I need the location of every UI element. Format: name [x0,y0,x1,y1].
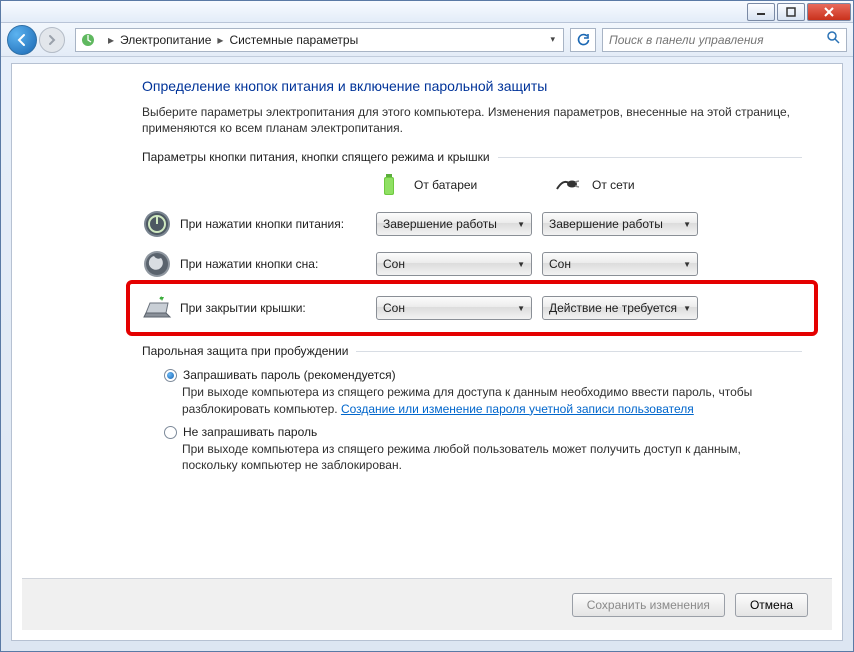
save-button[interactable]: Сохранить изменения [572,593,725,617]
no-password-label: Не запрашивать пароль [183,425,317,439]
power-button-battery-dropdown[interactable]: Завершение работы ▼ [376,212,532,236]
lid-close-battery-dropdown[interactable]: Сон ▼ [376,296,532,320]
titlebar [1,1,853,23]
window: ▸ Электропитание ▸ Системные параметры ▾… [0,0,854,652]
footer: Сохранить изменения Отмена [22,578,832,630]
sleep-icon [142,249,172,279]
breadcrumb-item[interactable]: Электропитание [120,33,211,47]
chevron-down-icon: ▼ [517,304,525,313]
ac-plug-icon [554,177,580,193]
nav-bar: ▸ Электропитание ▸ Системные параметры ▾ [1,23,853,57]
lid-close-label: При закрытии крышки: [180,301,376,315]
password-group: Парольная защита при пробуждении Запраши… [142,344,802,473]
laptop-lid-icon [142,293,172,323]
chevron-right-icon: ▸ [108,33,114,47]
sleep-button-label: При нажатии кнопки сна: [180,257,376,271]
page-intro: Выберите параметры электропитания для эт… [142,104,802,136]
require-password-option[interactable]: Запрашивать пароль (рекомендуется) [164,368,802,382]
page-title: Определение кнопок питания и включение п… [142,78,802,94]
lid-close-row: При закрытии крышки: Сон ▼ Действие не т… [142,284,802,332]
refresh-button[interactable] [570,28,596,52]
chevron-down-icon: ▼ [517,260,525,269]
require-password-label: Запрашивать пароль (рекомендуется) [183,368,396,382]
power-buttons-group: Параметры кнопки питания, кнопки спящего… [142,150,802,332]
power-button-row: При нажатии кнопки питания: Завершение р… [142,204,802,244]
breadcrumb[interactable]: ▸ Электропитание ▸ Системные параметры ▾ [75,28,564,52]
require-password-desc: При выходе компьютера из спящего режима … [182,384,762,416]
close-button[interactable] [807,3,851,21]
maximize-button[interactable] [777,3,805,21]
lid-close-ac-dropdown[interactable]: Действие не требуется ▼ [542,296,698,320]
radio-icon[interactable] [164,369,177,382]
sleep-button-row: При нажатии кнопки сна: Сон ▼ Сон ▼ [142,244,802,284]
radio-icon[interactable] [164,426,177,439]
battery-icon [376,174,402,196]
power-button-ac-dropdown[interactable]: Завершение работы ▼ [542,212,698,236]
power-plan-icon [80,32,96,48]
chevron-down-icon[interactable]: ▾ [546,34,559,45]
chevron-down-icon: ▼ [683,260,691,269]
search-input[interactable] [609,33,826,47]
column-headers: От батареи От сети [376,174,802,196]
search-box[interactable] [602,28,847,52]
cancel-button[interactable]: Отмена [735,593,808,617]
no-password-desc: При выходе компьютера из спящего режима … [182,441,762,473]
content-panel: Определение кнопок питания и включение п… [11,63,843,641]
group-title: Парольная защита при пробуждении [142,344,348,358]
chevron-down-icon: ▼ [517,220,525,229]
create-password-link[interactable]: Создание или изменение пароля учетной за… [341,402,694,416]
no-password-option[interactable]: Не запрашивать пароль [164,425,802,439]
sleep-button-ac-dropdown[interactable]: Сон ▼ [542,252,698,276]
search-icon[interactable] [826,30,840,49]
chevron-down-icon: ▼ [683,304,691,313]
back-button[interactable] [7,25,37,55]
column-header-ac: От сети [592,178,635,192]
chevron-right-icon: ▸ [217,33,223,47]
group-title: Параметры кнопки питания, кнопки спящего… [142,150,490,164]
minimize-button[interactable] [747,3,775,21]
breadcrumb-item[interactable]: Системные параметры [229,33,358,47]
power-button-label: При нажатии кнопки питания: [180,217,376,231]
power-icon [142,209,172,239]
chevron-down-icon: ▼ [683,220,691,229]
sleep-button-battery-dropdown[interactable]: Сон ▼ [376,252,532,276]
column-header-battery: От батареи [414,178,477,192]
forward-button[interactable] [39,27,65,53]
